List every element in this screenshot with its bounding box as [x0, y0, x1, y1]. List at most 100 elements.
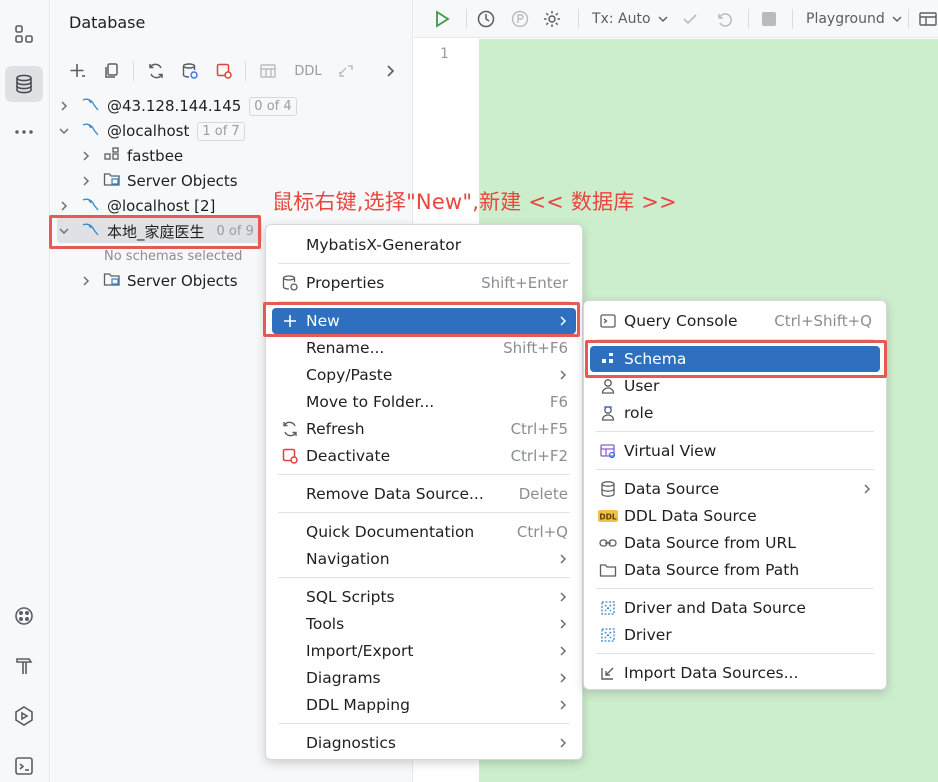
submenu-item-role[interactable]: role	[590, 400, 880, 426]
compare-icon[interactable]	[333, 58, 359, 84]
virtual-view-icon	[598, 441, 618, 461]
tree-row-label: Server Objects	[127, 272, 238, 290]
transaction-mode-dropdown[interactable]: Tx: Auto	[592, 8, 669, 30]
submenu-item-driver-and-data-source[interactable]: Driver and Data Source	[590, 595, 880, 621]
tree-row-datasource-localhost[interactable]: @localhost 1 of 7	[57, 119, 245, 143]
tree-row-datasource-local-doctor[interactable]: 本地_家庭医生 0 of 9	[57, 219, 258, 243]
no-schemas-note: No schemas selected	[104, 248, 243, 264]
server-objects-icon	[103, 271, 121, 291]
copy-icon[interactable]	[99, 58, 125, 84]
menu-item-remove-data-source[interactable]: Remove Data Source... Delete	[272, 481, 576, 507]
project-structure-icon[interactable]	[5, 16, 43, 52]
menu-item-sql-scripts[interactable]: SQL Scripts	[272, 584, 576, 610]
submenu-item-driver[interactable]: Driver	[590, 622, 880, 648]
submenu-item-import-data-sources[interactable]: Import Data Sources...	[590, 660, 880, 686]
tree-row-label: @localhost	[107, 122, 190, 140]
menu-item-deactivate[interactable]: Deactivate Ctrl+F2	[272, 443, 576, 469]
add-icon[interactable]	[65, 58, 91, 84]
chevron-right-icon	[558, 314, 568, 328]
submenu-item-query-console[interactable]: Query Console Ctrl+Shift+Q	[590, 308, 880, 334]
menu-item-copy-paste[interactable]: Copy/Paste	[272, 362, 576, 388]
table-layout-icon[interactable]	[918, 8, 938, 30]
schema-icon	[103, 146, 121, 166]
console-icon	[598, 311, 618, 331]
settings-gear-icon[interactable]	[542, 8, 562, 30]
plus-icon	[280, 311, 300, 331]
commit-check-icon[interactable]	[680, 8, 700, 30]
menu-item-refresh[interactable]: Refresh Ctrl+F5	[272, 416, 576, 442]
tree-row-label: 本地_家庭医生	[107, 222, 205, 241]
menu-item-new[interactable]: New	[272, 308, 576, 334]
submenu-item-data-source-path[interactable]: Data Source from Path	[590, 557, 880, 583]
context-menu: MybatisX-Generator Properties Shift+Ente…	[265, 224, 583, 760]
more-tools-icon[interactable]	[5, 114, 43, 150]
database-icon	[598, 479, 618, 499]
line-number: 1	[440, 46, 449, 62]
submenu-item-virtual-view[interactable]: Virtual View	[590, 438, 880, 464]
database-tool-icon[interactable]	[5, 66, 43, 102]
database-properties-icon[interactable]	[177, 58, 203, 84]
tree-row-datasource-remote[interactable]: @43.128.144.145 0 of 4	[57, 94, 297, 118]
run-icon[interactable]	[432, 8, 452, 30]
submenu-item-data-source[interactable]: Data Source	[590, 476, 880, 502]
count-badge: 0 of 9	[216, 223, 254, 239]
chevron-down-icon	[658, 16, 668, 22]
chevron-right-icon[interactable]	[57, 99, 71, 113]
deactivate-icon[interactable]	[211, 58, 237, 84]
refresh-icon[interactable]	[143, 58, 169, 84]
chevron-right-icon[interactable]	[379, 58, 401, 84]
chevron-right-icon	[558, 590, 568, 604]
ddl-icon: DDL	[598, 506, 618, 526]
submenu-item-ddl-data-source[interactable]: DDL DDL Data Source	[590, 503, 880, 529]
chevron-right-icon	[558, 552, 568, 566]
submenu-item-data-source-url[interactable]: Data Source from URL	[590, 530, 880, 556]
chevron-down-icon[interactable]	[57, 224, 71, 238]
menu-item-diagnostics[interactable]: Diagnostics	[272, 730, 576, 756]
services-icon[interactable]	[5, 598, 43, 634]
tree-row-server-objects-2[interactable]: Server Objects	[79, 269, 238, 293]
submenu-item-schema[interactable]: Schema	[590, 346, 880, 372]
menu-item-import-export[interactable]: Import/Export	[272, 638, 576, 664]
panel-title: Database	[69, 13, 146, 32]
annotation-text: 鼠标右键,选择"New",新建 << 数据库 >>	[272, 190, 677, 214]
chevron-right-icon[interactable]	[57, 199, 71, 213]
rollback-icon[interactable]	[714, 8, 734, 30]
menu-item-diagrams[interactable]: Diagrams	[272, 665, 576, 691]
ddl-button[interactable]: DDL	[291, 58, 325, 84]
chevron-right-icon[interactable]	[79, 274, 93, 288]
menu-item-ddl-mapping[interactable]: DDL Mapping	[272, 692, 576, 718]
chevron-right-icon	[558, 698, 568, 712]
tool-window-strip	[0, 0, 50, 782]
chevron-right-icon[interactable]	[79, 174, 93, 188]
playground-dropdown[interactable]: Playground	[806, 8, 903, 30]
chevron-right-icon[interactable]	[79, 149, 93, 163]
menu-item-mybatisx-generator[interactable]: MybatisX-Generator	[272, 232, 576, 258]
run-services-icon[interactable]	[5, 698, 43, 734]
chevron-right-icon	[558, 671, 568, 685]
submenu-item-user[interactable]: User	[590, 373, 880, 399]
menu-item-tools[interactable]: Tools	[272, 611, 576, 637]
tree-row-server-objects[interactable]: Server Objects	[79, 169, 238, 193]
chevron-down-icon	[892, 16, 902, 22]
menu-item-rename[interactable]: Rename... Shift+F6	[272, 335, 576, 361]
console-toolbar: Tx: Auto Playground	[414, 0, 938, 38]
menu-item-properties[interactable]: Properties Shift+Enter	[272, 270, 576, 296]
pin-p-icon[interactable]	[510, 8, 530, 30]
mysql-icon	[81, 221, 101, 241]
user-icon	[598, 376, 618, 396]
terminal-icon[interactable]	[5, 748, 43, 782]
count-badge: 0 of 4	[249, 96, 297, 116]
tree-row-schema-fastbee[interactable]: fastbee	[79, 144, 183, 168]
menu-item-navigation[interactable]: Navigation	[272, 546, 576, 572]
refresh-icon	[280, 419, 300, 439]
chevron-right-icon	[558, 644, 568, 658]
history-icon[interactable]	[476, 8, 496, 30]
chevron-down-icon[interactable]	[57, 124, 71, 138]
tree-row-datasource-localhost-2[interactable]: @localhost [2]	[57, 194, 215, 218]
build-hammer-icon[interactable]	[5, 648, 43, 684]
stop-icon[interactable]	[760, 8, 778, 30]
driver-datasource-icon	[598, 598, 618, 618]
menu-item-quick-documentation[interactable]: Quick Documentation Ctrl+Q	[272, 519, 576, 545]
table-icon[interactable]	[255, 58, 281, 84]
menu-item-move-to-folder[interactable]: Move to Folder... F6	[272, 389, 576, 415]
